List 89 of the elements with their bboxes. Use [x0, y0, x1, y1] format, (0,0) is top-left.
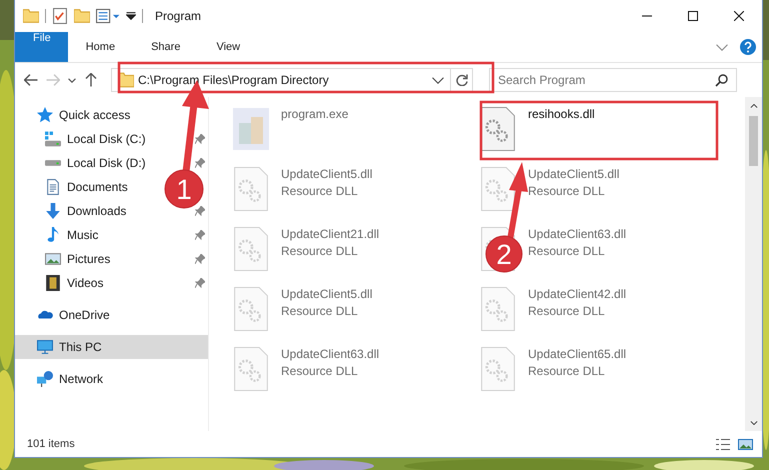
ribbon-tab[interactable]: View — [198, 32, 258, 62]
sidebar-item[interactable]: Local Disk (D:) — [15, 151, 150, 175]
gear-file-icon — [480, 107, 516, 151]
back-arrow-icon — [24, 74, 38, 86]
pin-icon[interactable] — [195, 278, 205, 288]
file-name[interactable]: UpdateClient5.dll — [528, 167, 620, 181]
details-view-button[interactable] — [714, 436, 732, 452]
forward-arrow-icon — [46, 74, 60, 86]
address-path: C:\Program Files\Program Directory — [137, 73, 330, 87]
drive-icon — [45, 131, 61, 147]
back-button[interactable] — [23, 72, 39, 88]
scroll-down-icon — [750, 420, 758, 424]
sidebar-item[interactable]: Documents — [15, 175, 132, 199]
close-icon — [734, 11, 744, 21]
search-field[interactable]: Search Program — [489, 68, 737, 92]
file-name[interactable]: UpdateClient5.dll — [281, 167, 372, 181]
item-count: 101 items — [27, 438, 75, 450]
sidebar-item[interactable]: Music — [15, 223, 102, 247]
download-icon — [45, 203, 61, 219]
pictures-icon — [45, 251, 61, 267]
gear-file-icon — [233, 227, 269, 271]
expand-ribbon-icon[interactable] — [716, 44, 728, 50]
gear-file-icon — [233, 347, 269, 391]
gear-file-icon — [233, 287, 269, 331]
file-menu-button[interactable]: File — [15, 32, 68, 62]
sidebar-item[interactable]: Downloads — [15, 199, 130, 223]
customize-caret-icon[interactable] — [126, 12, 136, 20]
large-icons-view-button[interactable] — [736, 436, 754, 452]
gear-file-icon — [480, 287, 516, 331]
file-name[interactable]: UpdateClient42.dll — [528, 287, 626, 301]
file-name[interactable]: UpdateClient63.dll — [528, 227, 626, 241]
ribbon-tab[interactable]: Home — [68, 32, 134, 62]
minimize-icon — [642, 15, 652, 17]
gear-file-icon — [480, 167, 516, 211]
file-name[interactable]: UpdateClient63.dll — [281, 347, 380, 361]
file-type: Resource DLL — [281, 364, 359, 378]
sidebar-item[interactable]: Pictures — [15, 247, 114, 271]
file-type: Resource DLL — [528, 244, 606, 258]
pin-icon[interactable] — [195, 230, 205, 240]
file-name[interactable]: resihooks.dll — [528, 107, 595, 121]
program-icon — [233, 107, 269, 151]
music-icon — [45, 227, 61, 243]
sidebar-item[interactable]: Quick access — [15, 103, 134, 127]
file-type: Resource DLL — [281, 304, 359, 318]
scrollbar[interactable] — [745, 97, 762, 431]
properties-dropdown-icon[interactable] — [96, 8, 120, 24]
drive-icon — [45, 160, 61, 166]
file-name[interactable]: program.exe — [281, 107, 348, 121]
up-arrow-icon — [85, 73, 97, 87]
checklist-icon[interactable] — [52, 8, 68, 24]
refresh-icon — [456, 74, 468, 86]
document-icon — [45, 179, 61, 195]
sidebar-item[interactable]: Local Disk (C:) — [15, 127, 150, 151]
pin-icon[interactable] — [195, 134, 205, 144]
file-type: Resource DLL — [281, 244, 359, 258]
file-name[interactable]: UpdateClient65.dll — [528, 347, 626, 361]
up-button[interactable] — [83, 72, 99, 88]
step-marker: 1 — [164, 170, 204, 208]
file-type: Resource DLL — [528, 364, 606, 378]
file-type: Resource DLL — [281, 184, 359, 198]
step-marker: 2 — [486, 236, 522, 272]
gear-file-icon — [480, 347, 516, 391]
pin-icon[interactable] — [195, 254, 205, 264]
image-icon — [738, 438, 752, 450]
sidebar-item[interactable]: Network — [15, 367, 108, 391]
window-title: Program — [155, 9, 202, 23]
sidebar-item[interactable]: OneDrive — [15, 303, 114, 327]
scroll-up-icon — [750, 104, 758, 108]
file-type: Resource DLL — [528, 304, 606, 318]
sidebar-item[interactable]: This PC — [15, 335, 208, 359]
caret-icon — [68, 78, 76, 82]
file-name[interactable]: UpdateClient5.dll — [281, 287, 372, 301]
search-icon[interactable] — [715, 73, 729, 87]
file-name[interactable]: UpdateClient21.dll — [281, 227, 380, 241]
sidebar-item[interactable]: Videos — [15, 271, 108, 295]
film-icon — [45, 275, 61, 291]
star-icon — [37, 107, 53, 123]
network-icon — [37, 371, 53, 387]
scroll-thumb[interactable] — [749, 116, 758, 166]
details-list-icon — [716, 438, 730, 450]
pin-icon[interactable] — [195, 158, 205, 168]
monitor-icon — [37, 339, 53, 355]
help-icon[interactable] — [740, 39, 756, 55]
file-type: Resource DLL — [528, 184, 606, 198]
ribbon-tab[interactable]: Share — [133, 32, 198, 62]
dropdown-caret-icon[interactable] — [432, 76, 444, 84]
pin-icon[interactable] — [195, 206, 205, 216]
maximize-icon — [688, 11, 698, 21]
gear-file-icon — [233, 167, 269, 211]
